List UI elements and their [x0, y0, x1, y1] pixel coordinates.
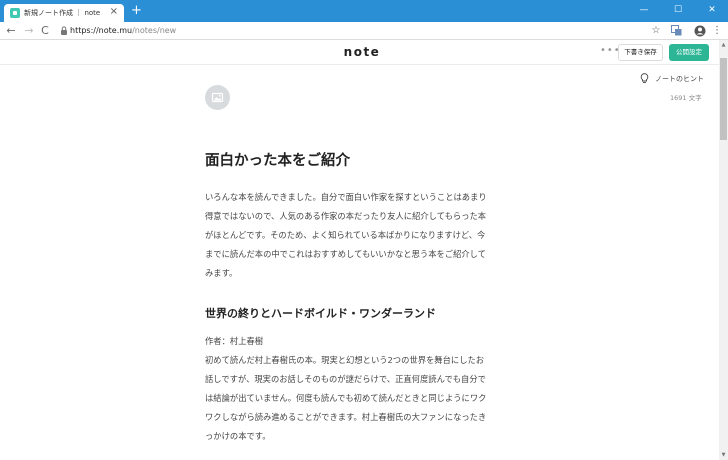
forward-button[interactable]: → — [22, 24, 36, 38]
text-line: 作者：村上春樹 — [205, 336, 264, 346]
add-header-image-button[interactable] — [205, 85, 230, 110]
reload-button[interactable]: C — [38, 24, 52, 38]
article-title[interactable]: 面白かった本をご紹介 — [205, 149, 350, 170]
tab-title: 新規ノート作成 ｜ note — [24, 9, 101, 17]
text-line: 初めて読んだ村上春樹氏の本。現実と幻想という2つの世界を舞台にしたお — [205, 355, 485, 365]
lock-icon — [61, 26, 67, 35]
address-bar[interactable]: https://note.mu/notes/new — [70, 25, 176, 37]
note-favicon-icon — [10, 8, 20, 18]
scrollbar-thumb[interactable] — [720, 58, 727, 140]
back-button[interactable]: ← — [4, 24, 18, 38]
browser-titlebar: 新規ノート作成 ｜ note × + — ☐ ✕ — [0, 0, 728, 22]
url-path: /notes/new — [132, 26, 177, 35]
save-draft-button[interactable]: 下書き保存 — [618, 44, 663, 61]
text-line: みます。 — [205, 268, 238, 278]
browser-menu-icon[interactable]: ⋮ — [710, 24, 724, 38]
text-line: 話しですが、現実のお話しそのものが謎だらけで、正直何度読んでも自分で — [205, 374, 486, 384]
minimize-button[interactable]: — — [632, 2, 656, 18]
note-header: note ••• 下書き保存 公開設定 — [0, 40, 719, 65]
note-hint-link[interactable]: ノートのヒント — [655, 74, 704, 84]
text-line: は結論が出ていません。何度も読んでも初めて読んだときと同じようにワク — [205, 393, 487, 403]
translate-icon[interactable] — [671, 25, 682, 36]
text-line: 得意ではないので、人気のある作家の本だったり友人に紹介してもらった本 — [205, 211, 487, 221]
text-line: っかけの本です。 — [205, 431, 271, 441]
close-window-button[interactable]: ✕ — [700, 2, 724, 18]
section-heading[interactable]: 世界の終りとハードボイルド・ワンダーランド — [205, 305, 436, 321]
note-logo[interactable]: note — [340, 45, 384, 59]
profile-icon[interactable] — [694, 25, 706, 37]
text-line: ワクしながら読み進めることができます。村上春樹氏の大ファンになったき — [205, 412, 487, 422]
text-line: いろんな本を読んできました。自分で面白い作家を探すということはあまり — [205, 192, 487, 202]
maximize-button[interactable]: ☐ — [666, 2, 690, 18]
image-icon — [211, 92, 224, 103]
character-count: 1691 文字 — [670, 94, 702, 102]
tab-close-icon[interactable]: × — [110, 6, 118, 18]
lightbulb-icon — [640, 73, 649, 84]
bookmark-star-icon[interactable]: ☆ — [649, 24, 663, 38]
scroll-up-icon[interactable]: ▲ — [719, 40, 728, 50]
new-tab-button[interactable]: + — [131, 4, 142, 18]
section-paragraph[interactable]: 作者：村上春樹 初めて読んだ村上春樹氏の本。現実と幻想という2つの世界を舞台にし… — [205, 332, 515, 446]
scroll-down-icon[interactable]: ▼ — [719, 450, 728, 460]
browser-tab[interactable]: 新規ノート作成 ｜ note × — [4, 4, 124, 22]
text-line: がほとんどです。そのため、よく知られている本ばかりになりますけど、今 — [205, 230, 486, 240]
url-host: https://note.mu — [70, 26, 133, 35]
article-intro-paragraph[interactable]: いろんな本を読んできました。自分で面白い作家を探すということはあまり 得意ではな… — [205, 188, 515, 283]
text-line: までに読んだ本の中でこれはおすすめしてもいいかなと思う本をご紹介して — [205, 249, 487, 259]
browser-toolbar: ← → C https://note.mu/notes/new ☆ ⋮ — [0, 22, 728, 40]
publish-settings-button[interactable]: 公開設定 — [669, 44, 709, 61]
